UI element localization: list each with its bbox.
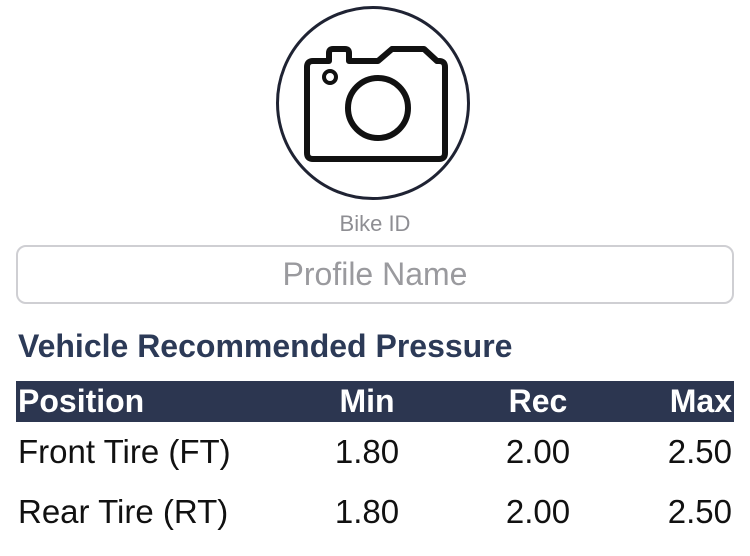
table-row: Rear Tire (RT) 1.80 2.00 2.50 bbox=[16, 482, 734, 542]
pressure-table: Position Min Rec Max Front Tire (FT) 1.8… bbox=[16, 381, 734, 542]
column-header-rec: Rec bbox=[508, 383, 568, 419]
profile-name-input[interactable] bbox=[16, 245, 734, 304]
table-row: Front Tire (FT) 1.80 2.00 2.50 bbox=[16, 422, 734, 482]
column-header-position: Position bbox=[18, 383, 145, 419]
max-cell: 2.50 bbox=[667, 493, 732, 530]
position-cell: Front Tire (FT) bbox=[18, 433, 231, 470]
camera-icon bbox=[304, 46, 448, 162]
column-header-min: Min bbox=[339, 383, 395, 419]
rec-cell: 2.00 bbox=[505, 493, 571, 530]
column-header-max: Max bbox=[669, 383, 732, 419]
table-header-row: Position Min Rec Max bbox=[16, 381, 734, 422]
max-cell: 2.50 bbox=[667, 433, 732, 470]
bike-id-label: Bike ID bbox=[339, 211, 411, 236]
position-cell: Rear Tire (RT) bbox=[18, 493, 229, 530]
profile-photo-button[interactable] bbox=[276, 6, 470, 200]
min-cell: 1.80 bbox=[334, 433, 400, 470]
section-title: Vehicle Recommended Pressure bbox=[18, 328, 513, 364]
rec-cell: 2.00 bbox=[505, 433, 571, 470]
min-cell: 1.80 bbox=[334, 493, 400, 530]
